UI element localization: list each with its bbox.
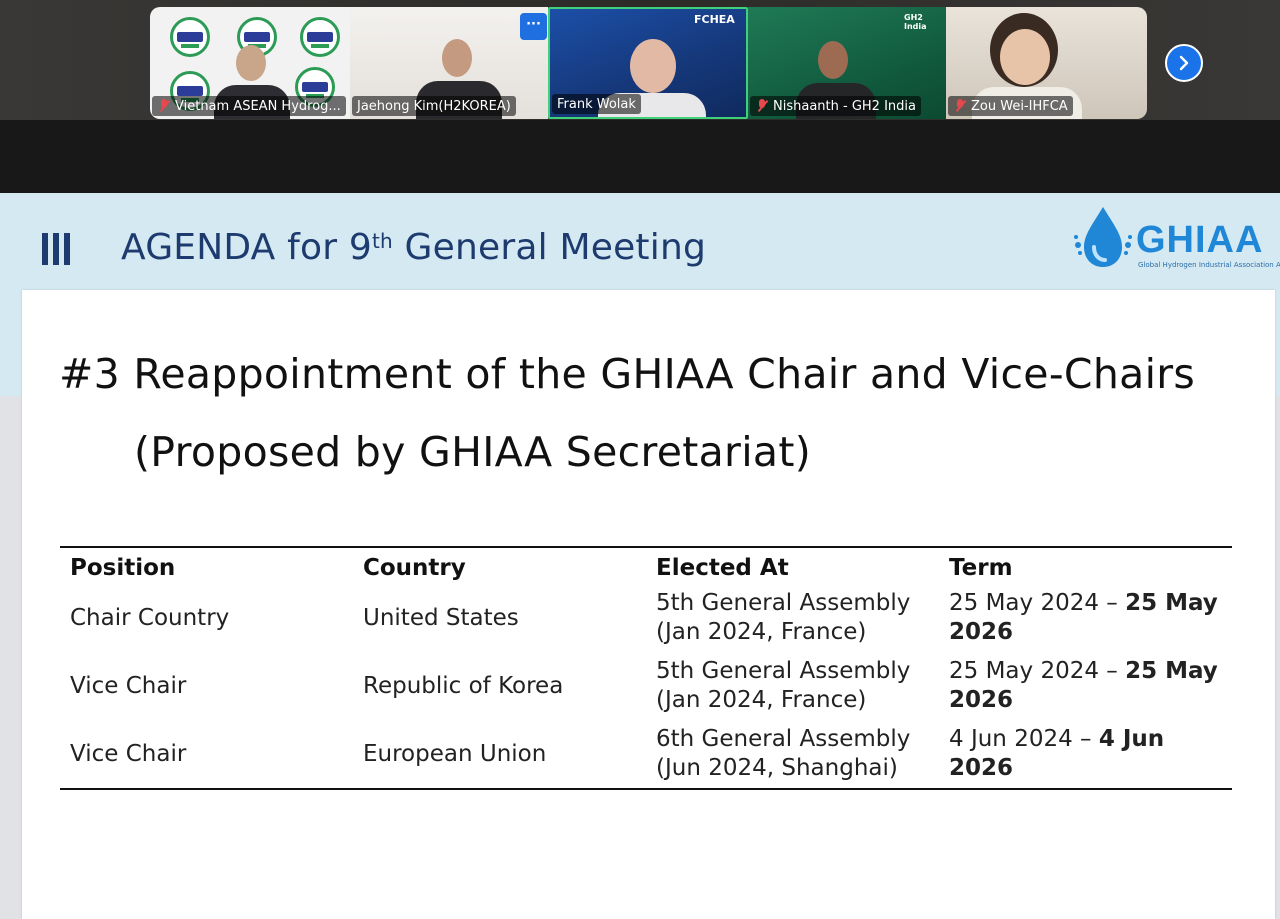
table-row: Chair Country United States 5th General … <box>60 584 1232 652</box>
participant-name-tag: Zou Wei-IHFCA <box>948 96 1073 116</box>
position-cell: Chair Country <box>70 604 230 631</box>
video-tile-frank-wolak[interactable]: FCHEA Frank Wolak <box>548 7 748 119</box>
table-row: Vice Chair Republic of Korea 5th General… <box>60 652 1232 720</box>
chevron-right-icon <box>1179 55 1189 71</box>
elected-cell: 5th General Assembly (Jan 2024, France) <box>656 658 911 713</box>
column-header: Term <box>949 555 1013 581</box>
column-header: Elected At <box>656 555 789 581</box>
gh2-brand: GH2 India <box>904 13 927 31</box>
term-cell: 4 Jun 2024 – 4 Jun 2026 <box>949 726 1165 781</box>
participant-name-tag: Frank Wolak <box>552 94 641 114</box>
elected-cell: 6th General Assembly (Jun 2024, Shanghai… <box>656 726 911 781</box>
ghiaa-logo: GHIAA Global Hydrogen Industrial Associa… <box>1070 203 1280 283</box>
mic-muted-icon <box>953 99 967 113</box>
agenda-title: AGENDA for 9th General Meeting <box>121 227 707 268</box>
video-tile-nishaanth[interactable]: GH2 India Nishaanth - GH2 India <box>748 7 946 119</box>
table-row: Vice Chair European Union 6th General As… <box>60 720 1232 789</box>
shared-slide: AGENDA for 9th General Meeting GHIAA Glo… <box>0 193 1280 919</box>
column-header: Position <box>70 555 176 581</box>
country-cell: United States <box>363 604 519 631</box>
mic-muted-icon <box>755 99 769 113</box>
participant-name: Vietnam ASEAN Hydrog... <box>175 98 341 114</box>
slide-subheading: (Proposed by GHIAA Secretariat) <box>134 428 811 476</box>
term-cell: 25 May 2024 – 25 May 2026 <box>949 590 1218 645</box>
ghiaa-wordmark: GHIAA <box>1136 219 1264 261</box>
participant-name: Zou Wei-IHFCA <box>971 98 1068 114</box>
elected-cell: 5th General Assembly (Jan 2024, France) <box>656 590 911 645</box>
mic-muted-icon <box>157 99 171 113</box>
video-tile-vietnam-asean[interactable]: Vietnam ASEAN Hydrog... <box>150 7 350 119</box>
participant-name-tag: Vietnam ASEAN Hydrog... <box>152 96 346 116</box>
hydrogen-drop-icon <box>1074 207 1132 267</box>
participant-name: Jaehong Kim(H2KOREA) <box>357 98 511 114</box>
column-header: Country <box>363 555 466 581</box>
ghiaa-subtitle: Global Hydrogen Industrial Association A… <box>1138 261 1280 269</box>
participant-name: Frank Wolak <box>557 96 636 112</box>
vietnam-asean-logo <box>170 17 210 57</box>
country-cell: European Union <box>363 740 547 767</box>
agenda-bars-icon <box>42 233 70 265</box>
fchea-brand: FCHEA <box>694 13 735 26</box>
strip-dark-area <box>0 120 1280 193</box>
slide-heading: #3 Reappointment of the GHIAA Chair and … <box>59 350 1196 398</box>
reappointment-table: Position Country Elected At Term Chair C… <box>60 546 1232 790</box>
more-options-button[interactable]: ··· <box>520 13 547 40</box>
term-cell: 25 May 2024 – 25 May 2026 <box>949 658 1218 713</box>
participant-name: Nishaanth - GH2 India <box>773 98 916 114</box>
country-cell: Republic of Korea <box>363 672 564 699</box>
video-tile-jaehong-kim[interactable]: Jaehong Kim(H2KOREA) <box>350 7 548 119</box>
vietnam-asean-logo <box>300 17 340 57</box>
participant-strip: Vietnam ASEAN Hydrog... Jaehong Kim(H2KO… <box>0 0 1280 193</box>
position-cell: Vice Chair <box>70 740 187 767</box>
position-cell: Vice Chair <box>70 672 187 699</box>
video-tiles: Vietnam ASEAN Hydrog... Jaehong Kim(H2KO… <box>150 7 1147 119</box>
table-header-row: Position Country Elected At Term <box>60 547 1232 584</box>
video-tile-zou-wei[interactable]: Zou Wei-IHFCA <box>946 7 1147 119</box>
participant-name-tag: Jaehong Kim(H2KOREA) <box>352 96 516 116</box>
next-participants-button[interactable] <box>1165 44 1203 82</box>
participant-name-tag: Nishaanth - GH2 India <box>750 96 921 116</box>
slide-content-card: #3 Reappointment of the GHIAA Chair and … <box>22 290 1275 919</box>
